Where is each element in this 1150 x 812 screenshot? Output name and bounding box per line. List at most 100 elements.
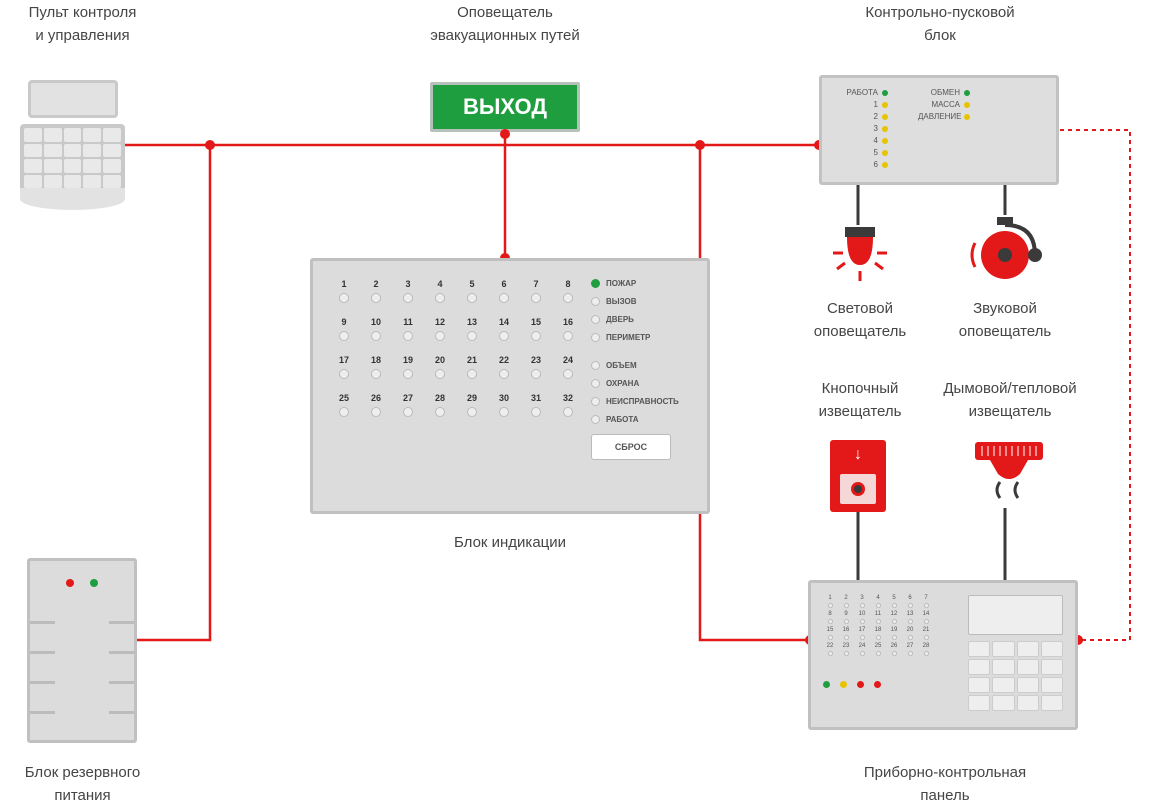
clb-status-row: 6 [836, 160, 888, 169]
label-control-launch-block: Контрольно-пусковойблок [800, 2, 1080, 47]
zone-led [555, 407, 581, 417]
zone-led [331, 293, 357, 303]
status-row: ВЫЗОВ [591, 297, 695, 306]
zone-led [555, 369, 581, 379]
clb-status-row: МАССА [918, 100, 970, 109]
zone-led [331, 407, 357, 417]
zone-number: 7 [523, 279, 549, 289]
status-row: ДВЕРЬ [591, 315, 695, 324]
zone-number: 22 [491, 355, 517, 365]
control-panel-device: 1234567891011121314151617181920212223242… [808, 580, 1078, 730]
clb-status-row: ОБМЕН [918, 88, 970, 97]
label-backup-power: Блок резервногопитания [0, 762, 165, 807]
button-detector-device: ↓ [830, 440, 886, 512]
indication-block-device: 1234567891011121314151617181920212223242… [310, 258, 710, 514]
zone-number: 32 [555, 393, 581, 403]
wire-node [695, 140, 705, 150]
zone-led [363, 369, 389, 379]
zone-led [395, 407, 421, 417]
label-indication-block: Блок индикации [440, 532, 580, 555]
exit-sign: ВЫХОД [430, 82, 580, 132]
exit-sign-text: ВЫХОД [463, 94, 547, 120]
label-control-panel: Приборно-контрольнаяпанель [830, 762, 1060, 807]
reset-button[interactable]: СБРОС [591, 434, 671, 460]
zone-number: 27 [395, 393, 421, 403]
zone-number: 23 [523, 355, 549, 365]
zone-number: 8 [555, 279, 581, 289]
zone-number: 3 [395, 279, 421, 289]
keypad-keys [20, 124, 125, 192]
label-control-keypad: Пульт контроляи управления [0, 2, 165, 47]
zone-led [523, 407, 549, 417]
label-light-notifier: Световойоповещатель [800, 298, 920, 343]
wire-node [205, 140, 215, 150]
status-row: ПОЖАР [591, 279, 695, 288]
zone-led [555, 331, 581, 341]
label-sound-notifier: Звуковойоповещатель [945, 298, 1065, 343]
zone-led [427, 331, 453, 341]
zone-led [427, 293, 453, 303]
zone-led [491, 369, 517, 379]
zone-number: 29 [459, 393, 485, 403]
clb-status-row: 2 [836, 112, 888, 121]
clb-status-row: ДАВЛЕНИЕ [918, 112, 970, 121]
zone-number: 31 [523, 393, 549, 403]
clb-status-row: РАБОТА [836, 88, 888, 97]
clb-status-row: 5 [836, 148, 888, 157]
zone-led [491, 407, 517, 417]
zone-led [331, 331, 357, 341]
zone-number: 12 [427, 317, 453, 327]
zone-led [523, 331, 549, 341]
zone-led [459, 331, 485, 341]
sound-alarm-icon [965, 215, 1045, 300]
zone-number: 26 [363, 393, 389, 403]
zone-led [491, 331, 517, 341]
zone-number: 13 [459, 317, 485, 327]
zone-led [523, 293, 549, 303]
zone-led [555, 293, 581, 303]
arrow-down-icon: ↓ [854, 446, 862, 464]
zone-number: 9 [331, 317, 357, 327]
zone-number: 1 [331, 279, 357, 289]
zone-number: 18 [363, 355, 389, 365]
zone-number: 21 [459, 355, 485, 365]
zone-number: 6 [491, 279, 517, 289]
light-alarm-icon [825, 225, 895, 300]
zone-led [523, 369, 549, 379]
clb-status-row: 4 [836, 136, 888, 145]
zone-number: 30 [491, 393, 517, 403]
zone-number: 16 [555, 317, 581, 327]
status-row: НЕИСПРАВНОСТЬ [591, 397, 695, 406]
zone-number: 17 [331, 355, 357, 365]
status-row: ПЕРИМЕТР [591, 333, 695, 342]
zone-number: 19 [395, 355, 421, 365]
zone-number: 20 [427, 355, 453, 365]
zone-led [427, 369, 453, 379]
status-row: ОХРАНА [591, 379, 695, 388]
zone-led [395, 293, 421, 303]
zone-number: 4 [427, 279, 453, 289]
zone-led [459, 407, 485, 417]
zone-led [363, 407, 389, 417]
zone-led [427, 407, 453, 417]
zone-led [395, 369, 421, 379]
zone-led [363, 293, 389, 303]
zone-led [459, 293, 485, 303]
zone-number: 2 [363, 279, 389, 289]
zone-number: 11 [395, 317, 421, 327]
zone-number: 25 [331, 393, 357, 403]
zone-led [491, 293, 517, 303]
zone-number: 28 [427, 393, 453, 403]
zone-led [331, 369, 357, 379]
zone-number: 24 [555, 355, 581, 365]
control-keypad-device [20, 80, 125, 220]
status-row: ОБЪЕМ [591, 361, 695, 370]
control-panel-display [968, 595, 1063, 635]
zone-led [363, 331, 389, 341]
label-button-detector: Кнопочныйизвещатель [795, 378, 925, 423]
control-panel-keypad [968, 641, 1063, 711]
backup-power-device [27, 558, 137, 743]
zone-led [395, 331, 421, 341]
zone-led [459, 369, 485, 379]
smoke-detector-device [970, 440, 1048, 515]
